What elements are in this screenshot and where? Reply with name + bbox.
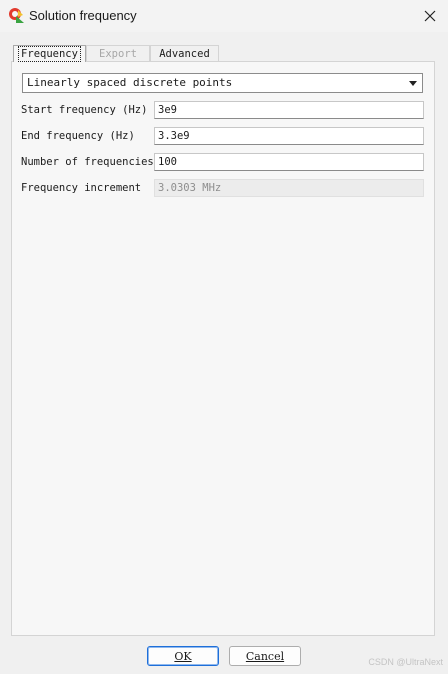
end-frequency-label: End frequency (Hz) <box>21 130 135 142</box>
cancel-button[interactable]: Cancel <box>229 646 301 666</box>
tab-panel <box>11 61 435 636</box>
start-frequency-input[interactable]: 3e9 <box>154 101 424 119</box>
number-of-frequencies-label: Number of frequencies <box>21 156 154 168</box>
window-title: Solution frequency <box>29 8 137 23</box>
number-of-frequencies-input[interactable]: 100 <box>154 153 424 171</box>
watermark: CSDN @UltraNext <box>368 657 443 667</box>
end-frequency-input[interactable]: 3.3e9 <box>154 127 424 145</box>
tab-advanced-label: Advanced <box>159 48 210 60</box>
tab-advanced[interactable]: Advanced <box>150 45 219 62</box>
tab-export-label: Export <box>99 48 137 60</box>
ok-button-label: OK <box>174 649 192 663</box>
tab-frequency[interactable]: Frequency <box>13 45 86 62</box>
title-bar: Solution frequency <box>0 0 448 32</box>
close-button[interactable] <box>416 2 444 30</box>
chevron-down-icon <box>409 81 417 86</box>
close-icon <box>424 10 436 22</box>
frequency-increment-field: 3.0303 MHz <box>154 179 424 197</box>
cancel-button-label: Cancel <box>245 649 285 663</box>
tab-export: Export <box>86 45 150 62</box>
ok-button[interactable]: OK <box>147 646 219 666</box>
sweep-type-value: Linearly spaced discrete points <box>27 76 233 89</box>
app-logo-icon <box>9 8 24 23</box>
tab-frequency-label: Frequency <box>18 46 81 62</box>
start-frequency-label: Start frequency (Hz) <box>21 104 148 116</box>
frequency-increment-label: Frequency increment <box>21 182 142 194</box>
sweep-type-select[interactable]: Linearly spaced discrete points <box>22 73 423 93</box>
